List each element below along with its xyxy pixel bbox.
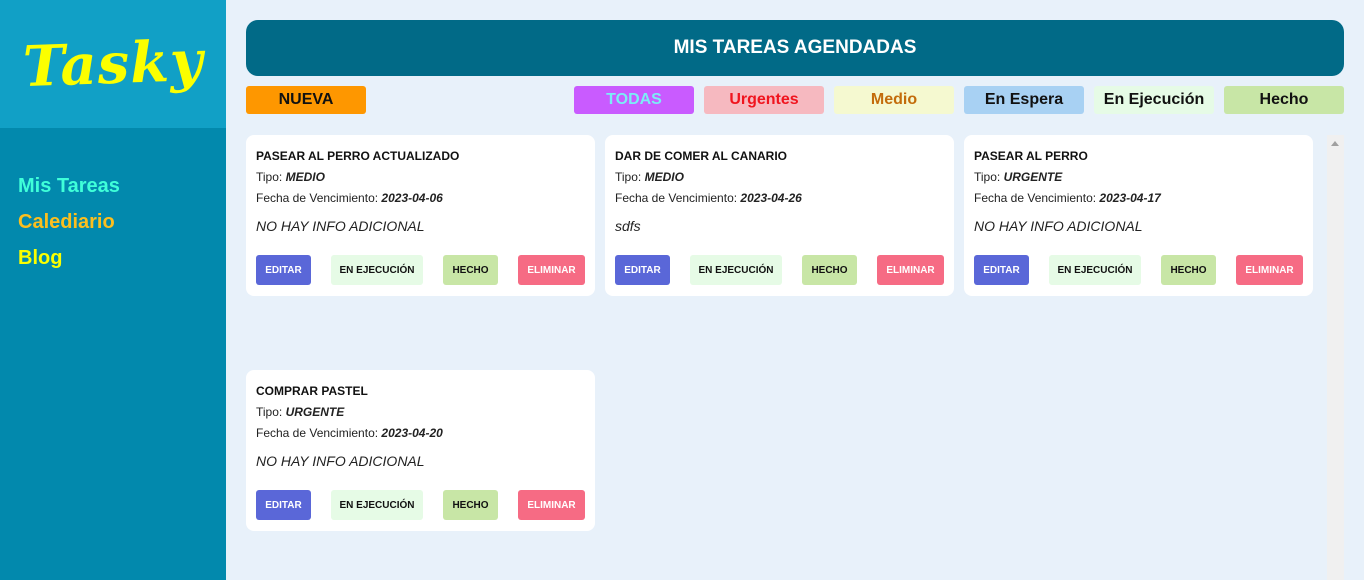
in-progress-button[interactable]: EN EJECUCIÓN — [1049, 255, 1141, 285]
task-type-row: Tipo: MEDIO — [256, 170, 585, 184]
task-due-label: Fecha de Vencimiento: — [974, 191, 1097, 205]
task-actions: EDITAR EN EJECUCIÓN HECHO ELIMINAR — [256, 490, 585, 520]
task-type-row: Tipo: URGENTE — [974, 170, 1303, 184]
task-due-row: Fecha de Vencimiento: 2023-04-26 — [615, 191, 944, 205]
in-progress-button[interactable]: EN EJECUCIÓN — [690, 255, 782, 285]
new-task-button[interactable]: NUEVA — [246, 86, 366, 114]
task-type-label: Tipo: — [974, 170, 1001, 184]
edit-button[interactable]: EDITAR — [256, 255, 311, 285]
sidebar-nav: Mis Tareas Calediario Blog — [0, 128, 226, 282]
task-info: NO HAY INFO ADICIONAL — [256, 453, 425, 469]
task-type-label: Tipo: — [615, 170, 642, 184]
task-title: PASEAR AL PERRO — [974, 149, 1088, 163]
delete-button[interactable]: ELIMINAR — [518, 255, 585, 285]
task-type-value: MEDIO — [644, 170, 684, 184]
toolbar: NUEVA TODAS Urgentes Medio En Espera En … — [246, 86, 1344, 114]
in-progress-button[interactable]: EN EJECUCIÓN — [331, 490, 423, 520]
filter-todas-button[interactable]: TODAS — [574, 86, 694, 114]
scrollbar[interactable] — [1327, 135, 1344, 580]
scroll-up-arrow-icon[interactable] — [1331, 141, 1339, 146]
task-type-value: MEDIO — [285, 170, 325, 184]
edit-button[interactable]: EDITAR — [615, 255, 670, 285]
task-actions: EDITAR EN EJECUCIÓN HECHO ELIMINAR — [256, 255, 585, 285]
logo-area: Tasky — [0, 0, 226, 128]
task-type-value: URGENTE — [1003, 170, 1063, 184]
filter-en-ejecucion-button[interactable]: En Ejecución — [1094, 86, 1214, 114]
task-type-label: Tipo: — [256, 170, 283, 184]
task-due-value: 2023-04-17 — [1099, 191, 1161, 205]
filter-hecho-button[interactable]: Hecho — [1224, 86, 1344, 114]
task-info: sdfs — [615, 218, 641, 234]
task-due-row: Fecha de Vencimiento: 2023-04-20 — [256, 426, 585, 440]
in-progress-button[interactable]: EN EJECUCIÓN — [331, 255, 423, 285]
sidebar: Tasky Mis Tareas Calediario Blog — [0, 0, 226, 580]
done-button[interactable]: HECHO — [802, 255, 857, 285]
done-button[interactable]: HECHO — [443, 490, 498, 520]
filter-urgentes-button[interactable]: Urgentes — [704, 86, 824, 114]
task-due-label: Fecha de Vencimiento: — [256, 191, 379, 205]
task-card: COMPRAR PASTEL Tipo: URGENTE Fecha de Ve… — [246, 370, 595, 531]
task-type-row: Tipo: URGENTE — [256, 405, 585, 419]
delete-button[interactable]: ELIMINAR — [518, 490, 585, 520]
delete-button[interactable]: ELIMINAR — [1236, 255, 1303, 285]
nav-item-mis-tareas[interactable]: Mis Tareas — [18, 174, 226, 210]
task-type-row: Tipo: MEDIO — [615, 170, 944, 184]
task-grid: PASEAR AL PERRO ACTUALIZADO Tipo: MEDIO … — [246, 135, 1326, 580]
task-title: PASEAR AL PERRO ACTUALIZADO — [256, 149, 460, 163]
task-due-row: Fecha de Vencimiento: 2023-04-17 — [974, 191, 1303, 205]
task-due-label: Fecha de Vencimiento: — [256, 426, 379, 440]
task-info: NO HAY INFO ADICIONAL — [256, 218, 425, 234]
done-button[interactable]: HECHO — [1161, 255, 1216, 285]
done-button[interactable]: HECHO — [443, 255, 498, 285]
filter-en-espera-button[interactable]: En Espera — [964, 86, 1084, 114]
task-due-value: 2023-04-06 — [381, 191, 443, 205]
task-type-value: URGENTE — [285, 405, 345, 419]
task-title: COMPRAR PASTEL — [256, 384, 368, 398]
page-title: MIS TAREAS AGENDADAS — [673, 37, 917, 58]
nav-item-calendario[interactable]: Calediario — [18, 210, 226, 246]
task-title: DAR DE COMER AL CANARIO — [615, 149, 788, 163]
task-due-label: Fecha de Vencimiento: — [615, 191, 738, 205]
main-content: MIS TAREAS AGENDADAS NUEVA TODAS Urgente… — [246, 20, 1344, 114]
task-due-row: Fecha de Vencimiento: 2023-04-06 — [256, 191, 585, 205]
task-card: PASEAR AL PERRO Tipo: URGENTE Fecha de V… — [964, 135, 1313, 296]
task-card: PASEAR AL PERRO ACTUALIZADO Tipo: MEDIO … — [246, 135, 595, 296]
delete-button[interactable]: ELIMINAR — [877, 255, 944, 285]
task-card: DAR DE COMER AL CANARIO Tipo: MEDIO Fech… — [605, 135, 954, 296]
filter-medio-button[interactable]: Medio — [834, 86, 954, 114]
nav-item-blog[interactable]: Blog — [18, 246, 226, 282]
task-info: NO HAY INFO ADICIONAL — [974, 218, 1143, 234]
page-header: MIS TAREAS AGENDADAS — [246, 20, 1344, 76]
task-actions: EDITAR EN EJECUCIÓN HECHO ELIMINAR — [974, 255, 1303, 285]
edit-button[interactable]: EDITAR — [256, 490, 311, 520]
task-actions: EDITAR EN EJECUCIÓN HECHO ELIMINAR — [615, 255, 944, 285]
task-type-label: Tipo: — [256, 405, 283, 419]
app-logo[interactable]: Tasky — [22, 28, 205, 100]
task-due-value: 2023-04-26 — [740, 191, 802, 205]
task-due-value: 2023-04-20 — [381, 426, 443, 440]
edit-button[interactable]: EDITAR — [974, 255, 1029, 285]
